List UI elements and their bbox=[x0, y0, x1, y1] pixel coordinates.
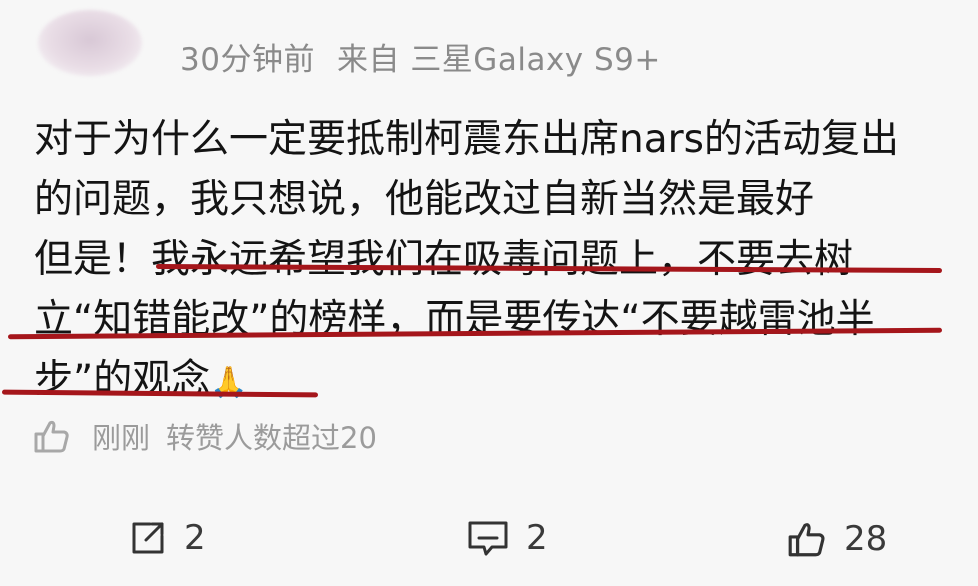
comment-button[interactable]: 2 bbox=[466, 518, 548, 558]
status-row: 刚刚 转赞人数超过20 bbox=[32, 416, 377, 456]
avatar[interactable] bbox=[38, 10, 142, 76]
comment-count: 2 bbox=[526, 518, 548, 558]
like-count: 28 bbox=[844, 519, 888, 559]
share-count: 2 bbox=[184, 518, 206, 558]
action-bar: 2 2 28 bbox=[0, 518, 978, 568]
thumbs-up-icon bbox=[788, 523, 825, 557]
status-time: 刚刚 bbox=[92, 421, 151, 455]
share-icon bbox=[132, 522, 164, 554]
comment-text: 对于为什么一定要抵制柯震东出席nars的活动复出 的问题，我只想说，他能改过自新… bbox=[34, 110, 964, 413]
status-text: 转赞人数超过20 bbox=[166, 421, 377, 455]
share-button[interactable]: 2 bbox=[128, 518, 206, 558]
device-name[interactable]: 三星Galaxy S9+ bbox=[410, 42, 661, 78]
comment-line-2: 的问题，我只想说，他能改过自新当然是最好 bbox=[34, 177, 815, 222]
comment-line-5: 步”的观念🙏 bbox=[34, 350, 964, 413]
comment-line-3: 但是！我永远希望我们在吸毒问题上，不要去树 bbox=[34, 237, 854, 282]
comment-icon bbox=[468, 521, 508, 556]
post-meta: 30分钟前 来自 三星Galaxy S9+ bbox=[180, 34, 661, 79]
thumbs-up-icon bbox=[34, 420, 69, 453]
source-prefix: 来自 bbox=[336, 42, 400, 78]
like-button[interactable]: 28 bbox=[786, 518, 887, 560]
comment-line-1: 对于为什么一定要抵制柯震东出席nars的活动复出 bbox=[34, 117, 899, 162]
post-time: 30分钟前 bbox=[180, 42, 315, 78]
comment-line-4: 立“知错能改”的榜样，而是要传达“不要越雷池半 bbox=[34, 297, 875, 342]
